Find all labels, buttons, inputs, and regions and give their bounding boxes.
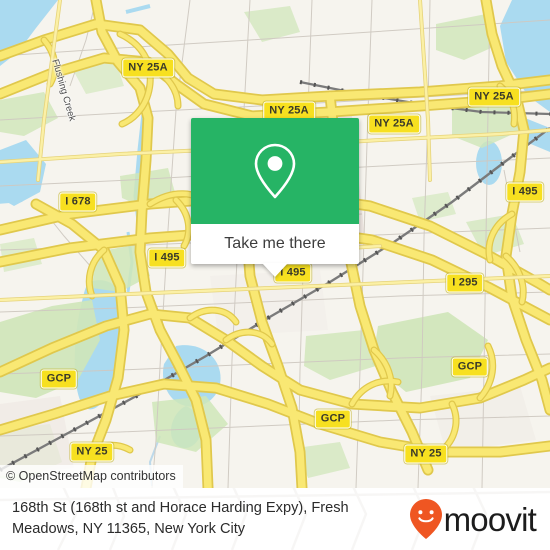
shield-ny-25a-top-left[interactable]: NY 25A <box>122 58 174 78</box>
place-name-label: 168th St (168th st and Horace Harding Ex… <box>12 500 349 537</box>
osm-attribution[interactable]: © OpenStreetMap contributors <box>0 465 183 488</box>
take-me-there-label: Take me there <box>224 235 326 252</box>
callout-body <box>191 118 359 224</box>
shield-ny-25-left[interactable]: NY 25 <box>70 442 114 462</box>
shield-i-678[interactable]: I 678 <box>59 192 97 212</box>
map-canvas[interactable]: Flushing Creek NY 25A NY 25A NY 25A NY 2… <box>0 0 550 488</box>
location-callout-card[interactable]: Take me there <box>191 118 359 277</box>
shield-i-495-right[interactable]: I 495 <box>506 182 544 202</box>
moovit-logo[interactable]: moovit <box>409 498 542 540</box>
take-me-there-button[interactable]: Take me there <box>191 224 359 264</box>
shield-ny-25a-top-right[interactable]: NY 25A <box>368 114 420 134</box>
shield-i-495-left[interactable]: I 495 <box>148 248 186 268</box>
map-pin-icon <box>254 143 296 199</box>
footer-inner: 168th St (168th st and Horace Harding Ex… <box>0 488 550 550</box>
shield-ny-25a-far-right[interactable]: NY 25A <box>468 87 520 107</box>
moovit-wordmark: moovit <box>443 500 537 538</box>
osm-attribution-text: © OpenStreetMap contributors <box>6 469 176 483</box>
shield-gcp-left[interactable]: GCP <box>40 369 78 389</box>
moovit-smiley-pin-icon <box>409 499 442 539</box>
shield-ny-25-right[interactable]: NY 25 <box>404 444 448 464</box>
callout-tail <box>262 263 288 277</box>
footer-bar: 168th St (168th st and Horace Harding Ex… <box>0 488 550 550</box>
shield-gcp-center[interactable]: GCP <box>314 409 352 429</box>
map-screenshot-root: Flushing Creek NY 25A NY 25A NY 25A NY 2… <box>0 0 550 550</box>
shield-gcp-right[interactable]: GCP <box>451 357 489 377</box>
shield-i-295[interactable]: I 295 <box>446 273 484 293</box>
